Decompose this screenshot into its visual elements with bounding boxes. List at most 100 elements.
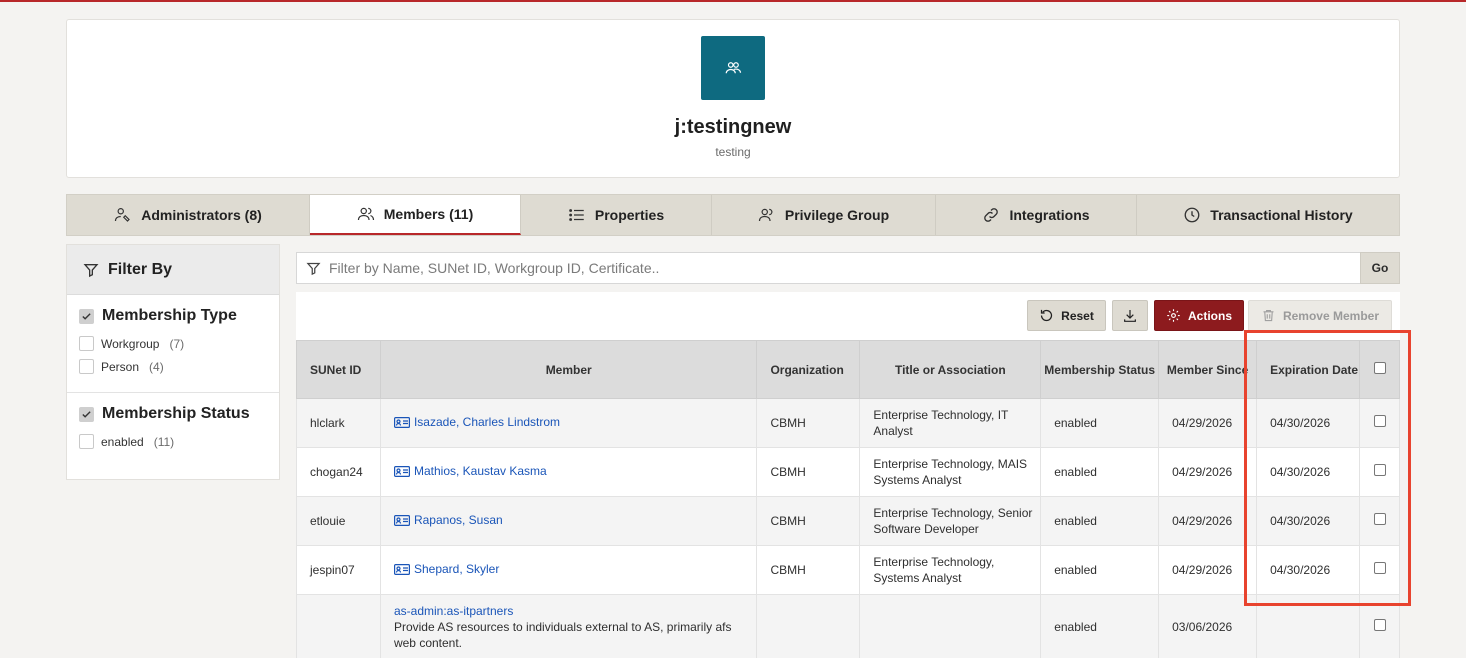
facet-option-workgroup[interactable]: Workgroup (7) <box>79 336 267 351</box>
tab-transactional-history[interactable]: Transactional History <box>1137 195 1399 235</box>
tab-label: Members (11) <box>383 206 474 222</box>
sunet-cell <box>296 594 381 658</box>
tab-properties[interactable]: Properties <box>521 195 712 235</box>
search-input[interactable] <box>321 253 1360 283</box>
member-cell: Shepard, Skyler <box>379 545 758 595</box>
row-select-cell <box>1359 545 1400 595</box>
select-all-checkbox[interactable] <box>1373 361 1386 374</box>
column-header[interactable]: Organization <box>756 340 861 399</box>
facet-option-label: enabled <box>101 434 144 449</box>
table-row: chogan24 Mathios, Kaustav Kasma CBMH Ent… <box>296 447 1400 497</box>
table-row: hlclark Isazade, Charles Lindstrom CBMH … <box>296 398 1400 448</box>
member-since-cell: 04/29/2026 <box>1158 545 1258 595</box>
select-all-cell <box>1359 340 1400 399</box>
member-since-cell: 04/29/2026 <box>1158 447 1258 497</box>
clock-icon <box>1184 207 1200 223</box>
tab-members[interactable]: Members (11) <box>310 195 521 235</box>
tab-integrations[interactable]: Integrations <box>936 195 1137 235</box>
tab-privilege-group[interactable]: Privilege Group <box>712 195 936 235</box>
organization-cell <box>756 594 861 658</box>
tab-administrators[interactable]: Administrators (8) <box>67 195 310 235</box>
facet-option-count: (11) <box>153 434 175 449</box>
row-select-cell <box>1359 496 1400 546</box>
row-checkbox[interactable] <box>1373 464 1386 476</box>
facet-checkbox[interactable] <box>79 359 94 374</box>
group-subtitle: testing <box>715 145 751 159</box>
column-header[interactable]: Member Since <box>1158 340 1258 399</box>
actions-label: Actions <box>1187 308 1232 323</box>
expiration-cell: 04/30/2026 <box>1256 545 1360 595</box>
reset-button[interactable]: Reset <box>1027 300 1106 331</box>
facet-membership-status: Membership Status enabled (11) <box>67 392 279 467</box>
column-header[interactable]: Membership Status <box>1040 340 1160 399</box>
row-checkbox[interactable] <box>1373 562 1386 574</box>
member-since-cell: 04/29/2026 <box>1158 398 1258 448</box>
go-button[interactable]: Go <box>1360 252 1400 284</box>
filter-icon <box>83 263 99 277</box>
facet-checkbox[interactable] <box>79 434 94 449</box>
id-card-icon <box>393 416 410 428</box>
facet-option-label: Person <box>101 359 140 374</box>
tab-label: Transactional History <box>1210 207 1353 223</box>
status-cell: enabled <box>1040 496 1160 546</box>
status-cell: enabled <box>1040 398 1160 448</box>
download-icon <box>1124 309 1136 322</box>
reset-icon <box>1041 309 1053 322</box>
member-link[interactable]: Isazade, Charles Lindstrom <box>393 414 560 430</box>
expiration-cell <box>1256 594 1360 658</box>
sunet-cell: chogan24 <box>296 447 381 497</box>
expiration-cell: 04/30/2026 <box>1256 398 1360 448</box>
facet-toggle-membership-type[interactable]: Membership Type <box>79 307 267 325</box>
facet-option-count: (7) <box>169 336 185 351</box>
organization-cell: CBMH <box>756 447 861 497</box>
table-row: jespin07 Shepard, Skyler CBMH Enterprise… <box>296 545 1400 595</box>
filter-panel: Filter By Membership Type Workgroup (7) … <box>66 244 280 480</box>
organization-cell: CBMH <box>756 545 861 595</box>
facet-toggle-membership-status[interactable]: Membership Status <box>79 405 267 423</box>
tab-label: Properties <box>594 207 665 223</box>
title-cell: Enterprise Technology, IT Analyst <box>859 398 1042 448</box>
organization-cell: CBMH <box>756 496 861 546</box>
link-icon <box>984 208 999 222</box>
sunet-cell: hlclark <box>296 398 381 448</box>
row-select-cell <box>1359 398 1400 448</box>
row-select-cell <box>1359 594 1400 658</box>
actions-button[interactable]: Actions <box>1154 300 1244 331</box>
column-header[interactable]: Member <box>379 340 758 399</box>
member-link[interactable]: Rapanos, Susan <box>393 512 503 528</box>
id-card-icon <box>393 465 410 477</box>
facet-option-count: (4) <box>149 359 164 374</box>
row-checkbox[interactable] <box>1373 513 1386 525</box>
facet-title: Membership Type <box>102 307 237 324</box>
member-cell: Rapanos, Susan <box>379 496 758 546</box>
list-icon <box>569 209 584 221</box>
facet-checkbox[interactable] <box>79 336 94 351</box>
filter-header: Filter By <box>67 245 279 295</box>
column-header[interactable]: Title or Association <box>859 340 1042 399</box>
table-header-row: SUNet ID Member Organization Title or As… <box>296 340 1400 399</box>
table-toolbar: Reset Actions Remove Member <box>296 292 1400 340</box>
reset-label: Reset <box>1061 308 1094 323</box>
member-link[interactable]: Shepard, Skyler <box>393 561 500 577</box>
download-button[interactable] <box>1112 300 1148 331</box>
column-header[interactable]: Expiration Date <box>1256 340 1360 399</box>
id-card-icon <box>393 514 410 526</box>
column-header[interactable]: SUNet ID <box>296 340 381 399</box>
expiration-cell: 04/30/2026 <box>1256 496 1360 546</box>
group-icon <box>701 36 765 100</box>
member-name: Shepard, Skyler <box>413 562 500 577</box>
facet-title: Membership Status <box>102 405 250 422</box>
member-since-cell: 04/29/2026 <box>1158 496 1258 546</box>
member-link[interactable]: Mathios, Kaustav Kasma <box>393 463 547 479</box>
check-icon <box>79 308 94 324</box>
row-checkbox[interactable] <box>1373 618 1386 631</box>
facet-option-person[interactable]: Person (4) <box>79 359 267 374</box>
facet-option-enabled[interactable]: enabled (11) <box>79 434 267 449</box>
search-bar: Go <box>296 252 1400 284</box>
filter-title: Filter By <box>108 260 173 278</box>
trash-icon <box>1263 309 1274 322</box>
member-link[interactable]: as-admin:as-itpartners <box>394 603 513 619</box>
remove-member-button[interactable]: Remove Member <box>1248 300 1392 331</box>
members-table: SUNet ID Member Organization Title or As… <box>296 340 1400 658</box>
row-checkbox[interactable] <box>1373 415 1386 427</box>
